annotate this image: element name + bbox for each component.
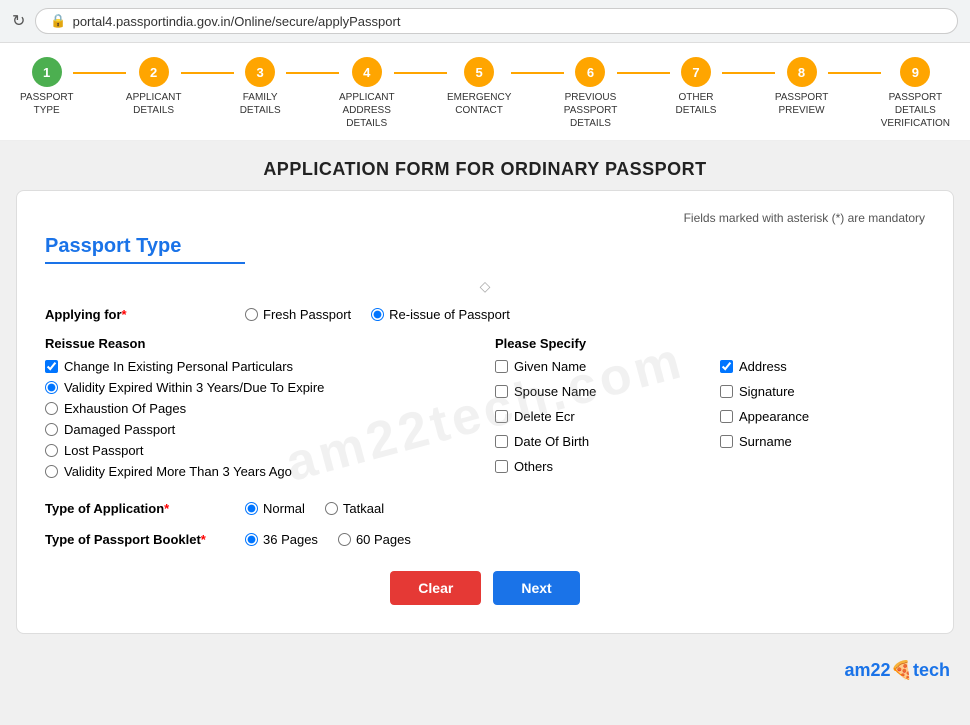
page-title: APPLICATION FORM FOR ORDINARY PASSPORT [0, 159, 970, 180]
step-circle-5: 5 [464, 57, 494, 87]
steps-track: 1 PASSPORT TYPE 2 APPLICANT DETAILS 3 FAMILY … [20, 57, 950, 130]
specify-appearance[interactable]: Appearance [720, 409, 925, 424]
reissue-option-lost[interactable]: Lost Passport [45, 443, 475, 458]
heading-underline [45, 262, 245, 264]
specify-address[interactable]: Address [720, 359, 925, 374]
branding-suffix: tech [913, 660, 950, 680]
step-8[interactable]: 8 PASSPORT PREVIEW [775, 57, 828, 117]
step-connector-5 [511, 72, 564, 74]
reissue-reason-label: Reissue Reason [45, 336, 475, 351]
app-type-normal[interactable]: Normal [245, 501, 305, 516]
reissue-option-exhaustion[interactable]: Exhaustion Of Pages [45, 401, 475, 416]
application-type-options: Normal Tatkaal [245, 499, 384, 516]
app-type-tatkaal[interactable]: Tatkaal [325, 501, 384, 516]
branding-emoji: 🍕 [891, 660, 913, 680]
applying-for-fresh[interactable]: Fresh Passport [245, 307, 351, 322]
specify-dob[interactable]: Date Of Birth [495, 434, 700, 449]
booklet-type-row: Type of Passport Booklet* 36 Pages 60 Pa… [45, 530, 925, 547]
lock-icon: 🔒 [50, 13, 66, 29]
address-bar[interactable]: 🔒 portal4.passportindia.gov.in/Online/se… [35, 8, 958, 34]
specify-signature[interactable]: Signature [720, 384, 925, 399]
form-card: Fields marked with asterisk (*) are mand… [16, 190, 954, 634]
specify-delete_ecr[interactable]: Delete Ecr [495, 409, 700, 424]
booklet-type-label: Type of Passport Booklet* [45, 530, 245, 547]
section-heading: Passport Type [45, 235, 925, 258]
reissue-option-validity3[interactable]: Validity Expired Within 3 Years/Due To E… [45, 380, 475, 395]
step-label-1: PASSPORT TYPE [20, 91, 73, 117]
page-title-section: APPLICATION FORM FOR ORDINARY PASSPORT [0, 141, 970, 190]
step-circle-3: 3 [245, 57, 275, 87]
step-5[interactable]: 5 EMERGENCY CONTACT [447, 57, 511, 117]
step-connector-3 [286, 72, 339, 74]
step-connector-8 [828, 72, 881, 74]
step-circle-8: 8 [787, 57, 817, 87]
step-connector-6 [617, 72, 670, 74]
reissue-section: Reissue Reason Change In Existing Person… [45, 336, 925, 485]
specify-given_name[interactable]: Given Name [495, 359, 700, 374]
diamond-icon: ◇ [45, 278, 925, 295]
branding: am22🍕tech [0, 654, 970, 691]
applying-for-label: Applying for* [45, 305, 245, 322]
applying-for-row: Applying for* Fresh Passport Re-issue of… [45, 305, 925, 322]
button-row: Clear Next [45, 571, 925, 605]
specify-others[interactable]: Others [495, 459, 700, 474]
step-label-7: OTHER DETAILS [670, 91, 723, 117]
application-type-label: Type of Application* [45, 499, 245, 516]
step-3[interactable]: 3 FAMILY DETAILS [234, 57, 287, 117]
step-label-2: APPLICANT DETAILS [126, 91, 181, 117]
step-2[interactable]: 2 APPLICANT DETAILS [126, 57, 181, 117]
refresh-icon[interactable]: ↻ [12, 11, 25, 31]
step-connector-1 [73, 72, 126, 74]
step-label-6: PREVIOUS PASSPORT DETAILS [564, 91, 617, 130]
step-circle-4: 4 [352, 57, 382, 87]
step-connector-7 [722, 72, 775, 74]
next-button[interactable]: Next [493, 571, 579, 605]
booklet-36pages[interactable]: 36 Pages [245, 532, 318, 547]
reissue-options: Change In Existing Personal Particulars … [45, 359, 475, 479]
specify-grid: Given Name Address Spouse Name Signature… [495, 359, 925, 480]
booklet-type-options: 36 Pages 60 Pages [245, 530, 411, 547]
step-label-5: EMERGENCY CONTACT [447, 91, 511, 117]
progress-steps: 1 PASSPORT TYPE 2 APPLICANT DETAILS 3 FAMILY … [0, 43, 970, 141]
step-circle-7: 7 [681, 57, 711, 87]
url-text: portal4.passportindia.gov.in/Online/secu… [73, 14, 401, 29]
step-7[interactable]: 7 OTHER DETAILS [670, 57, 723, 117]
application-type-row: Type of Application* Normal Tatkaal [45, 499, 925, 516]
specify-surname[interactable]: Surname [720, 434, 925, 449]
mandatory-note: Fields marked with asterisk (*) are mand… [45, 211, 925, 225]
browser-bar: ↻ 🔒 portal4.passportindia.gov.in/Online/… [0, 0, 970, 43]
step-label-3: FAMILY DETAILS [234, 91, 287, 117]
reissue-option-validity3plus[interactable]: Validity Expired More Than 3 Years Ago [45, 464, 475, 479]
step-connector-2 [181, 72, 234, 74]
clear-button[interactable]: Clear [390, 571, 481, 605]
step-4[interactable]: 4 APPLICANT ADDRESS DETAILS [339, 57, 394, 130]
booklet-60pages[interactable]: 60 Pages [338, 532, 411, 547]
step-circle-1: 1 [32, 57, 62, 87]
applying-for-reissue[interactable]: Re-issue of Passport [371, 307, 510, 322]
please-specify-label: Please Specify [495, 336, 925, 351]
step-connector-4 [394, 72, 447, 74]
step-9[interactable]: 9 PASSPORT DETAILS VERIFICATION [881, 57, 950, 130]
step-1[interactable]: 1 PASSPORT TYPE [20, 57, 73, 117]
step-label-4: APPLICANT ADDRESS DETAILS [339, 91, 394, 130]
step-circle-2: 2 [139, 57, 169, 87]
step-label-9: PASSPORT DETAILS VERIFICATION [881, 91, 950, 130]
reissue-option-change[interactable]: Change In Existing Personal Particulars [45, 359, 475, 374]
reissue-option-damaged[interactable]: Damaged Passport [45, 422, 475, 437]
applying-for-options: Fresh Passport Re-issue of Passport [245, 305, 510, 322]
reissue-col: Reissue Reason Change In Existing Person… [45, 336, 475, 485]
branding-text: am22 [845, 660, 891, 680]
step-circle-9: 9 [900, 57, 930, 87]
step-6[interactable]: 6 PREVIOUS PASSPORT DETAILS [564, 57, 617, 130]
step-label-8: PASSPORT PREVIEW [775, 91, 828, 117]
step-circle-6: 6 [575, 57, 605, 87]
specify-col: Please Specify Given Name Address Spouse… [495, 336, 925, 485]
specify-spouse_name[interactable]: Spouse Name [495, 384, 700, 399]
